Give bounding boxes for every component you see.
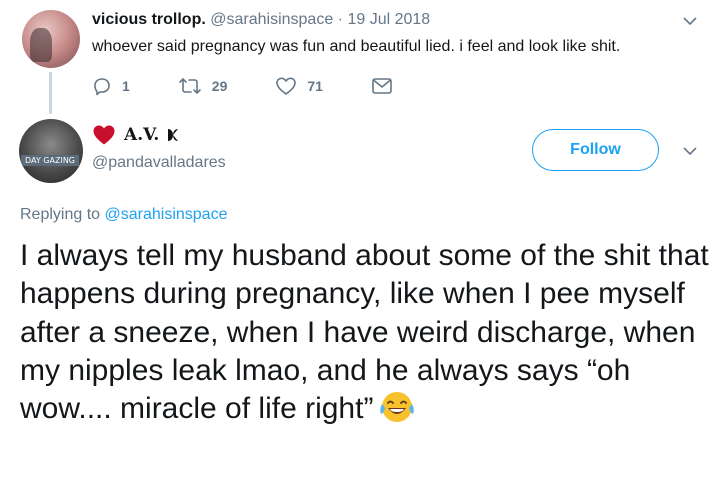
parent-action-bar: 1 29 71: [92, 74, 441, 98]
reply-count: 1: [122, 78, 130, 94]
black-heart-suit-icon: [168, 129, 179, 141]
parent-tweet-text: whoever said pregnancy was fun and beaut…: [92, 38, 621, 55]
parent-chevron-down-icon[interactable]: [683, 14, 697, 28]
header-separator: ·: [337, 11, 343, 28]
reply-chevron-down-icon[interactable]: [683, 144, 697, 158]
replying-to-link[interactable]: @sarahisinspace: [105, 206, 228, 223]
follow-button[interactable]: Follow: [532, 129, 659, 171]
parent-avatar[interactable]: [22, 10, 80, 68]
direct-message-action[interactable]: [371, 77, 393, 95]
reply-body-text: I always tell my husband about some of t…: [20, 239, 709, 426]
retweet-action[interactable]: 29: [178, 76, 228, 96]
replying-to-line: Replying to @sarahisinspace: [20, 206, 227, 224]
parent-tweet-header: vicious trollop. @sarahisinspace · 19 Ju…: [92, 11, 430, 29]
reply-action[interactable]: 1: [92, 76, 130, 96]
heart-outline-icon: [276, 77, 297, 95]
avatar-tag: DAY GAZING: [21, 155, 79, 166]
parent-handle[interactable]: @sarahisinspace: [210, 11, 333, 28]
red-heart-emoji-icon: [93, 125, 115, 145]
reply-tweet-body: I always tell my husband about some of t…: [20, 237, 720, 428]
reply-handle[interactable]: @pandavalladares: [92, 154, 226, 172]
thread-connector-line: [49, 72, 52, 114]
reply-display-name[interactable]: A.V.: [124, 125, 159, 145]
like-count: 71: [307, 78, 323, 94]
like-action[interactable]: 71: [275, 76, 323, 96]
parent-display-name[interactable]: vicious trollop.: [92, 11, 206, 28]
envelope-icon: [372, 78, 392, 94]
tweet-screenshot: vicious trollop. @sarahisinspace · 19 Ju…: [0, 0, 728, 484]
parent-date[interactable]: 19 Jul 2018: [347, 11, 430, 28]
replying-prefix: Replying to: [20, 206, 101, 223]
retweet-count: 29: [211, 78, 228, 94]
reply-name-row[interactable]: A.V.: [92, 122, 181, 148]
tears-of-joy-emoji-icon: [379, 390, 415, 424]
reply-icon: [94, 78, 110, 96]
retweet-icon: [178, 78, 201, 94]
reply-avatar[interactable]: DAY GAZING: [19, 119, 83, 183]
